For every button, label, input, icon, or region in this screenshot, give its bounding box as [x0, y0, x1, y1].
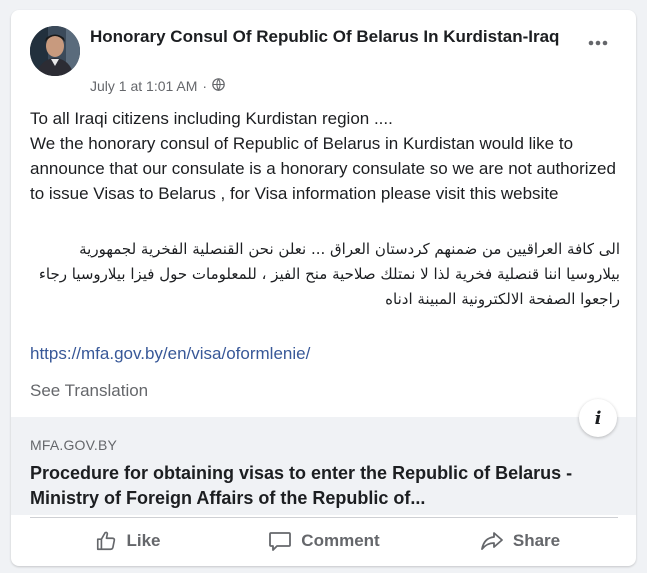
link-preview[interactable]: MFA.GOV.BY Procedure for obtaining visas… [11, 417, 636, 515]
comment-icon [269, 531, 292, 551]
ellipsis-icon [588, 40, 608, 46]
avatar[interactable] [30, 26, 80, 76]
post-text-line: We the honorary consul of Republic of Be… [30, 134, 616, 203]
post-meta: July 1 at 1:01 AM · [90, 77, 225, 95]
info-icon[interactable]: i [579, 399, 617, 437]
post-header: Honorary Consul Of Republic Of Belarus I… [11, 10, 636, 105]
post-text-line: To all Iraqi citizens including Kurdista… [30, 109, 393, 128]
post-card: Honorary Consul Of Republic Of Belarus I… [11, 10, 636, 566]
comment-label: Comment [301, 530, 380, 550]
comment-button[interactable]: Comment [226, 523, 422, 559]
see-translation-link[interactable]: See Translation [30, 379, 148, 403]
author-name[interactable]: Honorary Consul Of Republic Of Belarus I… [90, 26, 560, 48]
preview-title[interactable]: Procedure for obtaining visas to enter t… [30, 461, 590, 511]
like-label: Like [126, 530, 161, 550]
share-icon [480, 531, 503, 550]
share-label: Share [512, 530, 561, 550]
action-bar: Like Comment Share [30, 517, 618, 563]
more-options-button[interactable] [582, 32, 614, 54]
post-link[interactable]: https://mfa.gov.by/en/visa/oformlenie/ [30, 342, 310, 366]
post-text-arabic: الى كافة العراقيين من ضمنهم كردستان العر… [38, 240, 620, 308]
thumbs-up-icon [97, 531, 116, 550]
meta-separator: · [202, 78, 208, 94]
preview-domain: MFA.GOV.BY [30, 437, 118, 453]
like-button[interactable]: Like [30, 523, 226, 559]
share-button[interactable]: Share [422, 523, 618, 559]
globe-icon[interactable] [212, 77, 225, 95]
post-text: To all Iraqi citizens including Kurdista… [30, 106, 620, 206]
post-timestamp[interactable]: July 1 at 1:01 AM [90, 77, 197, 95]
